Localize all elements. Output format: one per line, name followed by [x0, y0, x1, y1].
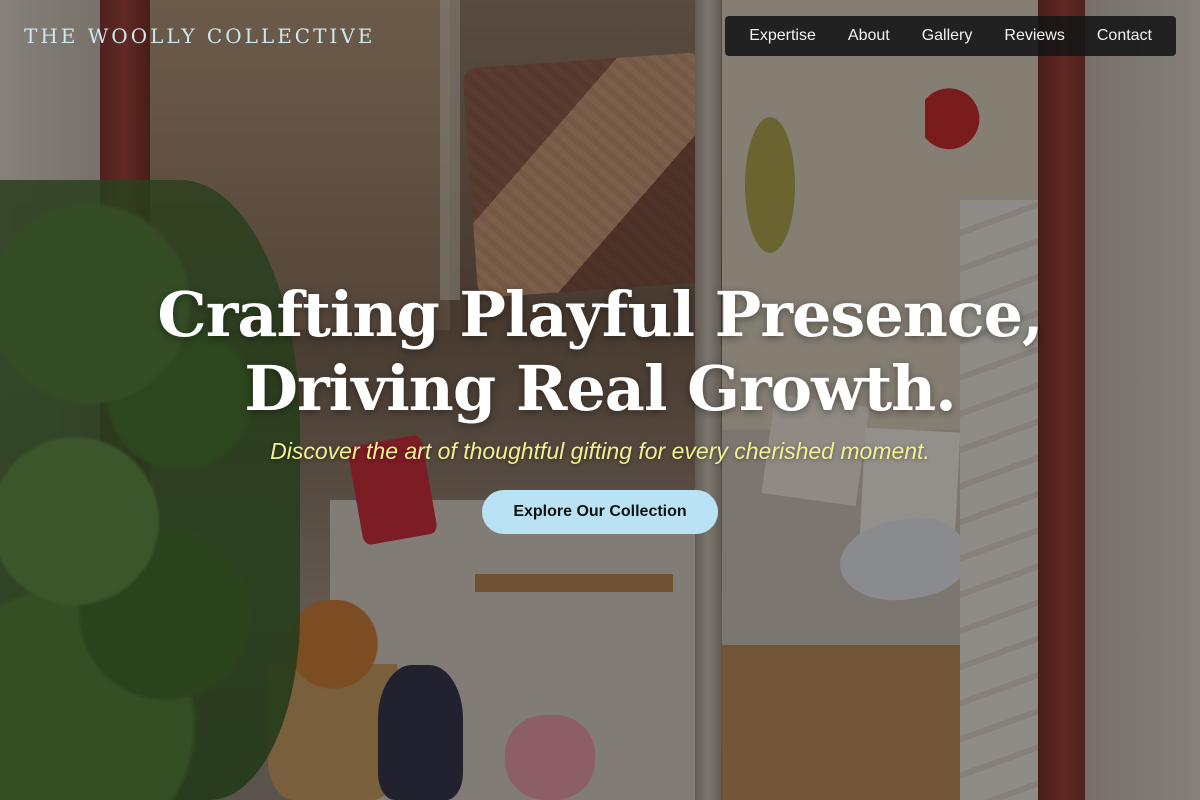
- hero-title-line-1: Crafting Playful Presence,: [157, 278, 1043, 351]
- nav-item-contact[interactable]: Contact: [1081, 16, 1168, 56]
- hero-subtitle: Discover the art of thoughtful gifting f…: [270, 438, 930, 464]
- brand-logo[interactable]: THE WOOLLY COLLECTIVE: [24, 24, 375, 48]
- nav-item-about[interactable]: About: [832, 16, 906, 56]
- nav-item-gallery[interactable]: Gallery: [906, 16, 989, 56]
- hero-title: Crafting Playful Presence, Driving Real …: [0, 278, 1200, 426]
- hero-title-line-2: Driving Real Growth.: [244, 352, 957, 425]
- site-header: THE WOOLLY COLLECTIVE Expertise About Ga…: [0, 0, 1200, 70]
- nav-item-expertise[interactable]: Expertise: [733, 16, 832, 56]
- explore-collection-button[interactable]: Explore Our Collection: [482, 490, 718, 534]
- main-nav: Expertise About Gallery Reviews Contact: [725, 16, 1176, 56]
- nav-item-reviews[interactable]: Reviews: [988, 16, 1080, 56]
